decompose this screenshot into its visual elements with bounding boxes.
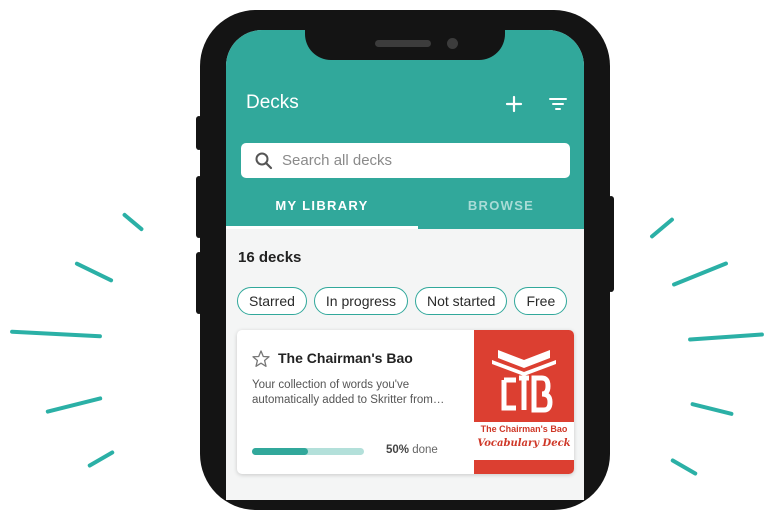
decor-ray <box>45 396 103 414</box>
progress-label: 50% done <box>386 444 438 456</box>
search-icon <box>255 152 273 169</box>
progress-bar <box>252 448 364 455</box>
thumbnail-footer <box>474 460 574 474</box>
filter-chip-not-started[interactable]: Not started <box>414 287 508 315</box>
filter-chip-starred[interactable]: Starred <box>237 287 307 315</box>
progress-suffix: done <box>412 444 438 456</box>
filter-chip-in-progress[interactable]: In progress <box>313 287 408 315</box>
deck-title: The Chairman's Bao <box>278 350 413 366</box>
decor-ray <box>74 260 114 284</box>
chairmans-bao-logo-icon <box>492 350 556 413</box>
deck-count: 16 decks <box>238 249 302 266</box>
thumbnail-title: The Chairman's Bao <box>480 424 568 434</box>
progress-bar-fill <box>252 448 308 455</box>
phone-side-button <box>196 116 202 150</box>
thumbnail-logo-area <box>474 330 574 422</box>
phone-side-button <box>608 196 614 292</box>
decor-ray <box>687 332 765 342</box>
filter-icon[interactable] <box>544 90 572 118</box>
deck-thumbnail: The Chairman's Bao Vocabulary Deck <box>474 330 574 474</box>
decor-ray <box>121 212 145 232</box>
filter-chips: Starred In progress Not started Free <box>237 287 568 315</box>
decor-ray <box>87 449 115 469</box>
phone-camera <box>447 38 458 49</box>
decor-ray <box>9 329 103 339</box>
phone-side-button <box>196 252 202 314</box>
deck-card[interactable]: The Chairman's Bao Your collection of wo… <box>237 330 574 474</box>
tab-browse[interactable]: BROWSE <box>418 198 584 229</box>
phone-speaker <box>375 40 431 47</box>
decor-ray <box>670 457 698 477</box>
phone-notch <box>305 10 505 60</box>
plus-icon[interactable] <box>500 90 528 118</box>
search-input[interactable]: Search all decks <box>241 143 570 178</box>
deck-description: Your collection of words you've automati… <box>252 379 445 406</box>
thumbnail-subtitle: Vocabulary Deck <box>477 438 571 449</box>
app-screen: Decks Search all decks MY LIBRARY BROWSE… <box>226 30 584 500</box>
decor-ray <box>649 216 675 240</box>
star-icon[interactable] <box>251 349 271 369</box>
progress-value: 50% <box>386 444 410 456</box>
decor-ray <box>690 401 734 417</box>
filter-chip-free[interactable]: Free <box>514 287 568 315</box>
tab-my-library[interactable]: MY LIBRARY <box>226 198 418 229</box>
phone-side-button <box>196 176 202 238</box>
page-title: Decks <box>246 92 299 113</box>
decor-ray <box>671 260 729 288</box>
search-placeholder: Search all decks <box>282 152 393 169</box>
